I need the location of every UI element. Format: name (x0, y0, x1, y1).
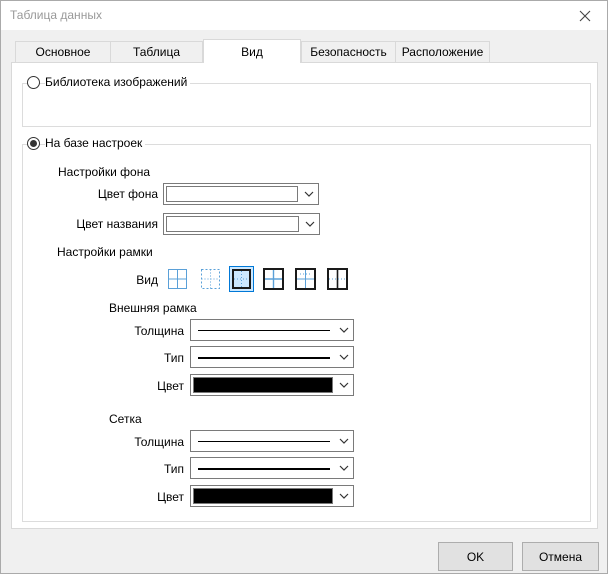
cancel-button[interactable]: Отмена (522, 542, 599, 571)
name-color-label: Цвет названия (76, 217, 158, 231)
outer-frame-heading: Внешняя рамка (109, 301, 197, 315)
tab-label: Вид (241, 44, 263, 59)
tab-main[interactable]: Основное (15, 41, 111, 62)
frame-preset-grid-thick-dotted[interactable] (325, 266, 350, 292)
chevron-down-icon (305, 221, 315, 227)
grid-type-label: Тип (163, 462, 184, 476)
tab-label: Основное (35, 45, 91, 59)
chevron-down-icon (339, 493, 349, 499)
settings-based-radio[interactable] (27, 137, 40, 150)
chevron-down-icon (304, 191, 314, 197)
outer-type-label: Тип (163, 351, 184, 365)
close-button[interactable] (563, 1, 607, 30)
outer-color-dropdown[interactable] (190, 374, 354, 396)
tab-position[interactable]: Расположение (395, 41, 490, 62)
chevron-down-icon (339, 465, 349, 471)
chevron-down-icon (339, 382, 349, 388)
outer-color-swatch (193, 377, 333, 393)
chevron-down-icon (339, 354, 349, 360)
bg-color-swatch (166, 186, 298, 202)
line-sample (198, 357, 330, 359)
grid-outer-icon (295, 268, 316, 290)
settings-based-label: На базе настроек (45, 136, 146, 150)
frame-preset-inner-dotted[interactable] (198, 266, 223, 292)
grid-color-swatch (193, 488, 333, 504)
outer-thickness-label: Толщина (134, 324, 184, 338)
grid-type-dropdown[interactable] (190, 457, 354, 479)
image-library-radio[interactable] (27, 76, 40, 89)
tab-security[interactable]: Безопасность (301, 41, 396, 62)
bg-color-label: Цвет фона (97, 187, 158, 201)
grid-heading: Сетка (109, 412, 142, 426)
grid-all-icon (168, 269, 187, 289)
outer-color-label: Цвет (157, 379, 184, 393)
grid-thick-dotted-icon (327, 268, 348, 290)
tab-label: Таблица (132, 45, 181, 59)
ok-button[interactable]: OK (438, 542, 513, 571)
frame-preset-outer-thick[interactable] (229, 266, 254, 292)
tab-table[interactable]: Таблица (110, 41, 203, 62)
frame-preset-all-light[interactable] (165, 266, 190, 292)
outer-border-icon (232, 269, 251, 289)
tab-label: Расположение (401, 45, 484, 59)
cancel-button-label: Отмена (538, 549, 583, 564)
title-bar: Таблица данных (1, 1, 607, 30)
chevron-down-icon (339, 327, 349, 333)
outer-thickness-dropdown[interactable] (190, 319, 354, 341)
image-library-label: Библиотека изображений (45, 75, 191, 89)
grid-dotted-icon (201, 269, 220, 289)
name-color-dropdown[interactable] (163, 213, 320, 235)
ok-button-label: OK (466, 549, 485, 564)
frame-settings-heading: Настройки рамки (57, 245, 153, 259)
background-settings-heading: Настройки фона (58, 165, 151, 179)
frame-preset-outer-grid-thick[interactable] (261, 266, 286, 292)
name-color-swatch (166, 216, 299, 232)
grid-thickness-dropdown[interactable] (190, 430, 354, 452)
grid-color-dropdown[interactable] (190, 485, 354, 507)
grid-thick-icon (263, 268, 284, 290)
line-sample (198, 441, 330, 442)
close-icon (579, 10, 591, 21)
outer-type-dropdown[interactable] (190, 346, 354, 368)
frame-preset-grid-outer[interactable] (293, 266, 318, 292)
image-library-group (22, 83, 591, 127)
grid-color-label: Цвет (157, 490, 184, 504)
grid-thickness-label: Толщина (134, 435, 184, 449)
chevron-down-icon (339, 438, 349, 444)
line-sample (198, 468, 330, 470)
dialog-window: Таблица данных Основное Таблица Вид Безо… (0, 0, 608, 574)
line-sample (198, 330, 330, 331)
tab-label: Безопасность (310, 45, 387, 59)
tab-view[interactable]: Вид (203, 39, 301, 63)
bg-color-dropdown[interactable] (163, 183, 319, 205)
frame-view-label: Вид (136, 273, 158, 287)
window-title: Таблица данных (10, 8, 102, 22)
